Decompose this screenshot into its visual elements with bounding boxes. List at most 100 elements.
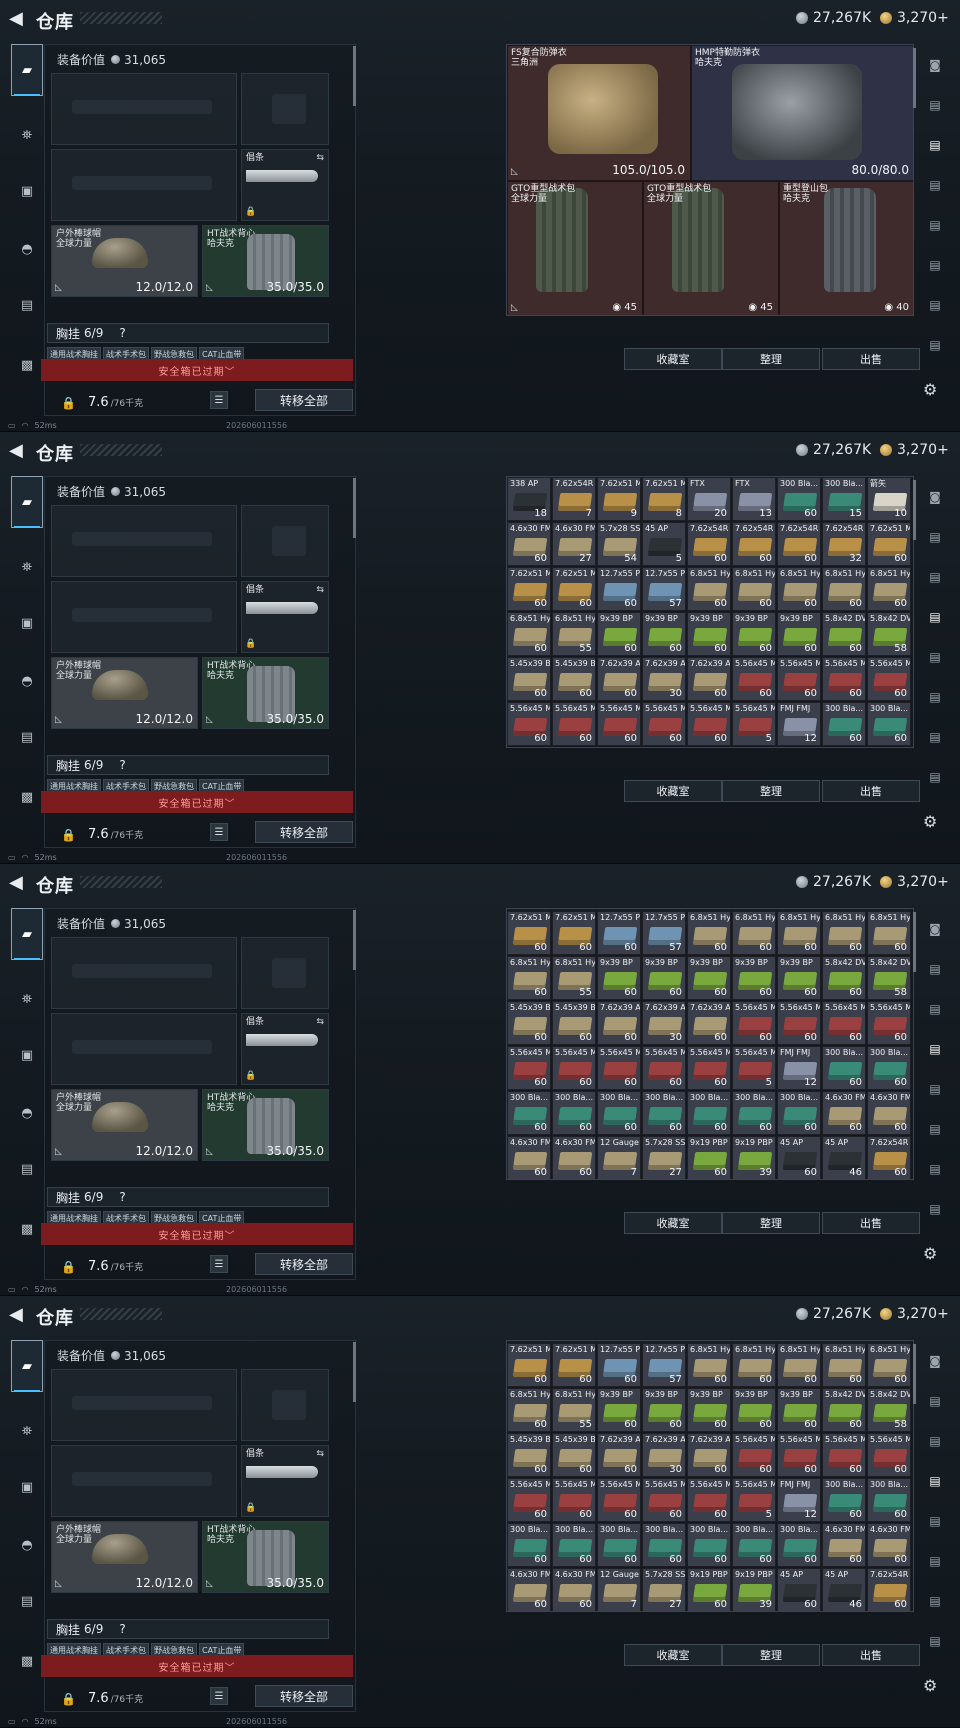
ammo-item[interactable]: 5.56x45 M995 60 <box>642 1478 686 1522</box>
nav-helmet-icon[interactable]: ◓ <box>11 666 43 696</box>
ammo-item[interactable]: 9x39 BP 60 <box>732 956 776 1000</box>
ammo-item[interactable]: 9x39 BP 60 <box>777 1388 821 1432</box>
ammo-item[interactable]: 5.56x45 M855 60 <box>822 657 866 701</box>
storage-box-icon[interactable]: ▤ <box>923 1198 947 1220</box>
back-arrow-icon[interactable]: ◀ <box>9 873 23 893</box>
nav-helmet-icon[interactable]: ◓ <box>11 1530 43 1560</box>
ammo-item[interactable]: 7.62x51 M8060 <box>867 1341 911 1342</box>
ammo-item[interactable]: 6.8x51 Hybrid 60 <box>822 911 866 955</box>
ammo-item[interactable]: 300 Bla... BCP FMJ 15 <box>822 477 866 521</box>
ammo-item[interactable]: 5.56x45 M855 60 <box>822 1433 866 1477</box>
ammo-item[interactable]: 6.8x51 Hybrid 55 <box>552 1388 596 1432</box>
storage-box-icon[interactable]: ▤ <box>923 1590 947 1612</box>
ammo-item[interactable]: 9x39 BP 60 <box>777 612 821 656</box>
ammo-item[interactable]: 7.62x39 AP 30 <box>642 657 686 701</box>
ammo-item[interactable]: 7.62x51 M80 9 <box>597 477 641 521</box>
ammo-item[interactable]: 7.62x39 AP 60 <box>687 1433 731 1477</box>
ammo-item[interactable]: 6.8x51 Hybrid 60 <box>822 1343 866 1387</box>
nav-gun-icon[interactable]: ▰ <box>11 44 43 96</box>
nav-case-icon[interactable]: ▤ <box>11 1586 43 1616</box>
ammo-item[interactable]: 5.56x45 M855 60 <box>777 1433 821 1477</box>
swap-icon[interactable]: ⇆ <box>316 1449 324 1459</box>
ammo-item[interactable]: 6.8x51 Hybrid 60 <box>507 956 551 1000</box>
ammo-item[interactable]: 7.62x51 M8060 <box>552 1343 596 1387</box>
ammo-item[interactable]: 12.7x55 PS12B 60 <box>597 911 641 955</box>
ammo-item[interactable]: 6.8x51 Hybrid 55 <box>552 956 596 1000</box>
add-gold-button[interactable]: + <box>937 1306 949 1322</box>
sort-button[interactable]: 整理 <box>722 348 820 370</box>
ammo-item[interactable]: 7.62x39 AP 60 <box>687 657 731 701</box>
ammo-item[interactable]: 9x19 PBP 39 <box>732 1136 776 1179</box>
ammo-item[interactable]: 9x39 BP 60 <box>597 1388 641 1432</box>
ammo-item[interactable]: 300 Bla... BCP FMJ60 <box>777 1091 821 1135</box>
storage-box-icon[interactable]: ▤ <box>923 1510 947 1532</box>
storage-box-icon[interactable]: ▤ <box>923 646 947 668</box>
ammo-item[interactable]: 12.7x55 PS12B 60 <box>597 567 641 611</box>
gold-currency[interactable]: 3,270 + <box>880 1305 949 1323</box>
ammo-item[interactable]: 5.56x45 M995 60 <box>597 702 641 746</box>
ammo-item[interactable]: 9x39 BP 60 <box>642 612 686 656</box>
vest-slot[interactable]: HT战术背心 哈夫克 35.0/35.0 ◺ <box>202 225 329 297</box>
ammo-item[interactable]: 5.56x45 M995 60 <box>507 702 551 746</box>
rig-help-icon[interactable]: ? <box>119 1622 125 1636</box>
helmet-slot[interactable]: 户外棒球帽 全球力量 12.0/12.0 ◺ <box>51 1521 198 1593</box>
ammo-item[interactable]: 9x39 BP 60 <box>777 956 821 1000</box>
ammo-item[interactable]: 7.62x51 M80 8 <box>642 477 686 521</box>
ammo-item[interactable]: 7.62x39 AP 60 <box>597 657 641 701</box>
pistol-slot[interactable] <box>241 73 329 145</box>
ammo-item[interactable]: 5.56x45 M855 60 <box>867 1433 911 1477</box>
shelf-icon[interactable]: ▤ <box>923 1038 947 1060</box>
ammo-item[interactable]: 12 Gauge BD 7 <box>597 1136 641 1179</box>
ammo-item[interactable]: 338 AP 18 <box>507 477 551 521</box>
list-view-icon[interactable]: ☰ <box>210 823 228 841</box>
ammo-item[interactable]: 5.56x45 M995 60 <box>687 702 731 746</box>
storage-box-icon[interactable]: ▤ <box>923 1078 947 1100</box>
ammo-item[interactable]: FMJ FMJ 12 <box>777 1046 821 1090</box>
ammo-item[interactable]: 45 AP5 <box>642 909 686 910</box>
chest-rig-bar[interactable]: 胸挂 6/9? <box>47 323 329 343</box>
list-view-icon[interactable]: ☰ <box>210 391 228 409</box>
ammo-item[interactable]: 5.8x42 DVP88 60 <box>822 956 866 1000</box>
ammo-item[interactable]: 300 Bla... BCP FMJ60 <box>732 1523 776 1567</box>
transfer-all-button[interactable]: 转移全部 <box>255 1253 353 1275</box>
ammo-item[interactable]: 12 Gauge BD 7 <box>597 1568 641 1611</box>
ammo-item[interactable]: 45 AP5 <box>642 1341 686 1342</box>
storage-scrollbar[interactable] <box>913 1344 916 1404</box>
crate-icon[interactable]: ▤ <box>923 958 947 980</box>
ammo-item[interactable]: 7.62x54R LPS60 <box>687 522 731 566</box>
helmet-slot[interactable]: 户外棒球帽 全球力量 12.0/12.0 ◺ <box>51 1089 198 1161</box>
nav-case-icon[interactable]: ▤ <box>11 722 43 752</box>
ammo-item[interactable]: 6.8x51 Hybrid 60 <box>732 1343 776 1387</box>
ammo-item[interactable]: 7.62x51 M8060 <box>507 1343 551 1387</box>
back-arrow-icon[interactable]: ◀ <box>9 9 23 29</box>
ammo-item[interactable]: 5.56x45 M855 60 <box>777 1001 821 1045</box>
chest-rig-bar[interactable]: 胸挂 6/9? <box>47 1187 329 1207</box>
ammo-item[interactable]: 7.62x54R LPS60 <box>687 909 731 910</box>
ammo-item[interactable]: 5.45x39 BT 60 <box>507 657 551 701</box>
ammo-item[interactable]: 300 Bla... BCP FMJ60 <box>777 747 821 748</box>
gold-currency[interactable]: 3,270 + <box>880 9 949 27</box>
ammo-item[interactable]: 5.56x45 M855 60 <box>732 1001 776 1045</box>
ammo-item[interactable]: 6.8x51 Hybrid 60 <box>867 911 911 955</box>
ammo-item[interactable]: 9x39 BP 60 <box>687 1388 731 1432</box>
swap-icon[interactable]: ⇆ <box>316 1017 324 1027</box>
ammo-item[interactable]: 5.7x28 SS19854 <box>597 1341 641 1342</box>
nav-rig-icon[interactable]: ⛯ <box>11 120 43 150</box>
nav-backpack-icon[interactable]: ▣ <box>11 176 43 206</box>
primary-weapon-slot[interactable] <box>51 73 237 145</box>
vault-icon[interactable]: ◙ <box>923 486 947 508</box>
armor-item[interactable]: FS复合防弹衣 三角洲 105.0/105.0 ◺ <box>507 45 691 181</box>
ammo-item[interactable]: 4.6x30 FMJ SX 60 <box>507 522 551 566</box>
ammo-item[interactable]: 5.7x28 SS190 27 <box>642 1568 686 1611</box>
storage-scrollbar[interactable] <box>913 48 916 108</box>
backpack-item[interactable]: GTO重型战术包 全球力量 ◉ 45 ◺ <box>507 181 643 315</box>
ammo-item[interactable]: 45 AP5 <box>642 522 686 566</box>
ammo-item[interactable]: 7.62x54R LPS32 <box>822 1341 866 1342</box>
back-arrow-icon[interactable]: ◀ <box>9 441 23 461</box>
ammo-item[interactable]: 7.62x54R LPS60 <box>687 1341 731 1342</box>
nav-helmet-icon[interactable]: ◓ <box>11 1098 43 1128</box>
vest-slot[interactable]: HT战术背心 哈夫克 35.0/35.0 ◺ <box>202 1089 329 1161</box>
crate-icon[interactable]: ▤ <box>923 94 947 116</box>
vault-icon[interactable]: ◙ <box>923 918 947 940</box>
vault-icon[interactable]: ◙ <box>923 1350 947 1372</box>
